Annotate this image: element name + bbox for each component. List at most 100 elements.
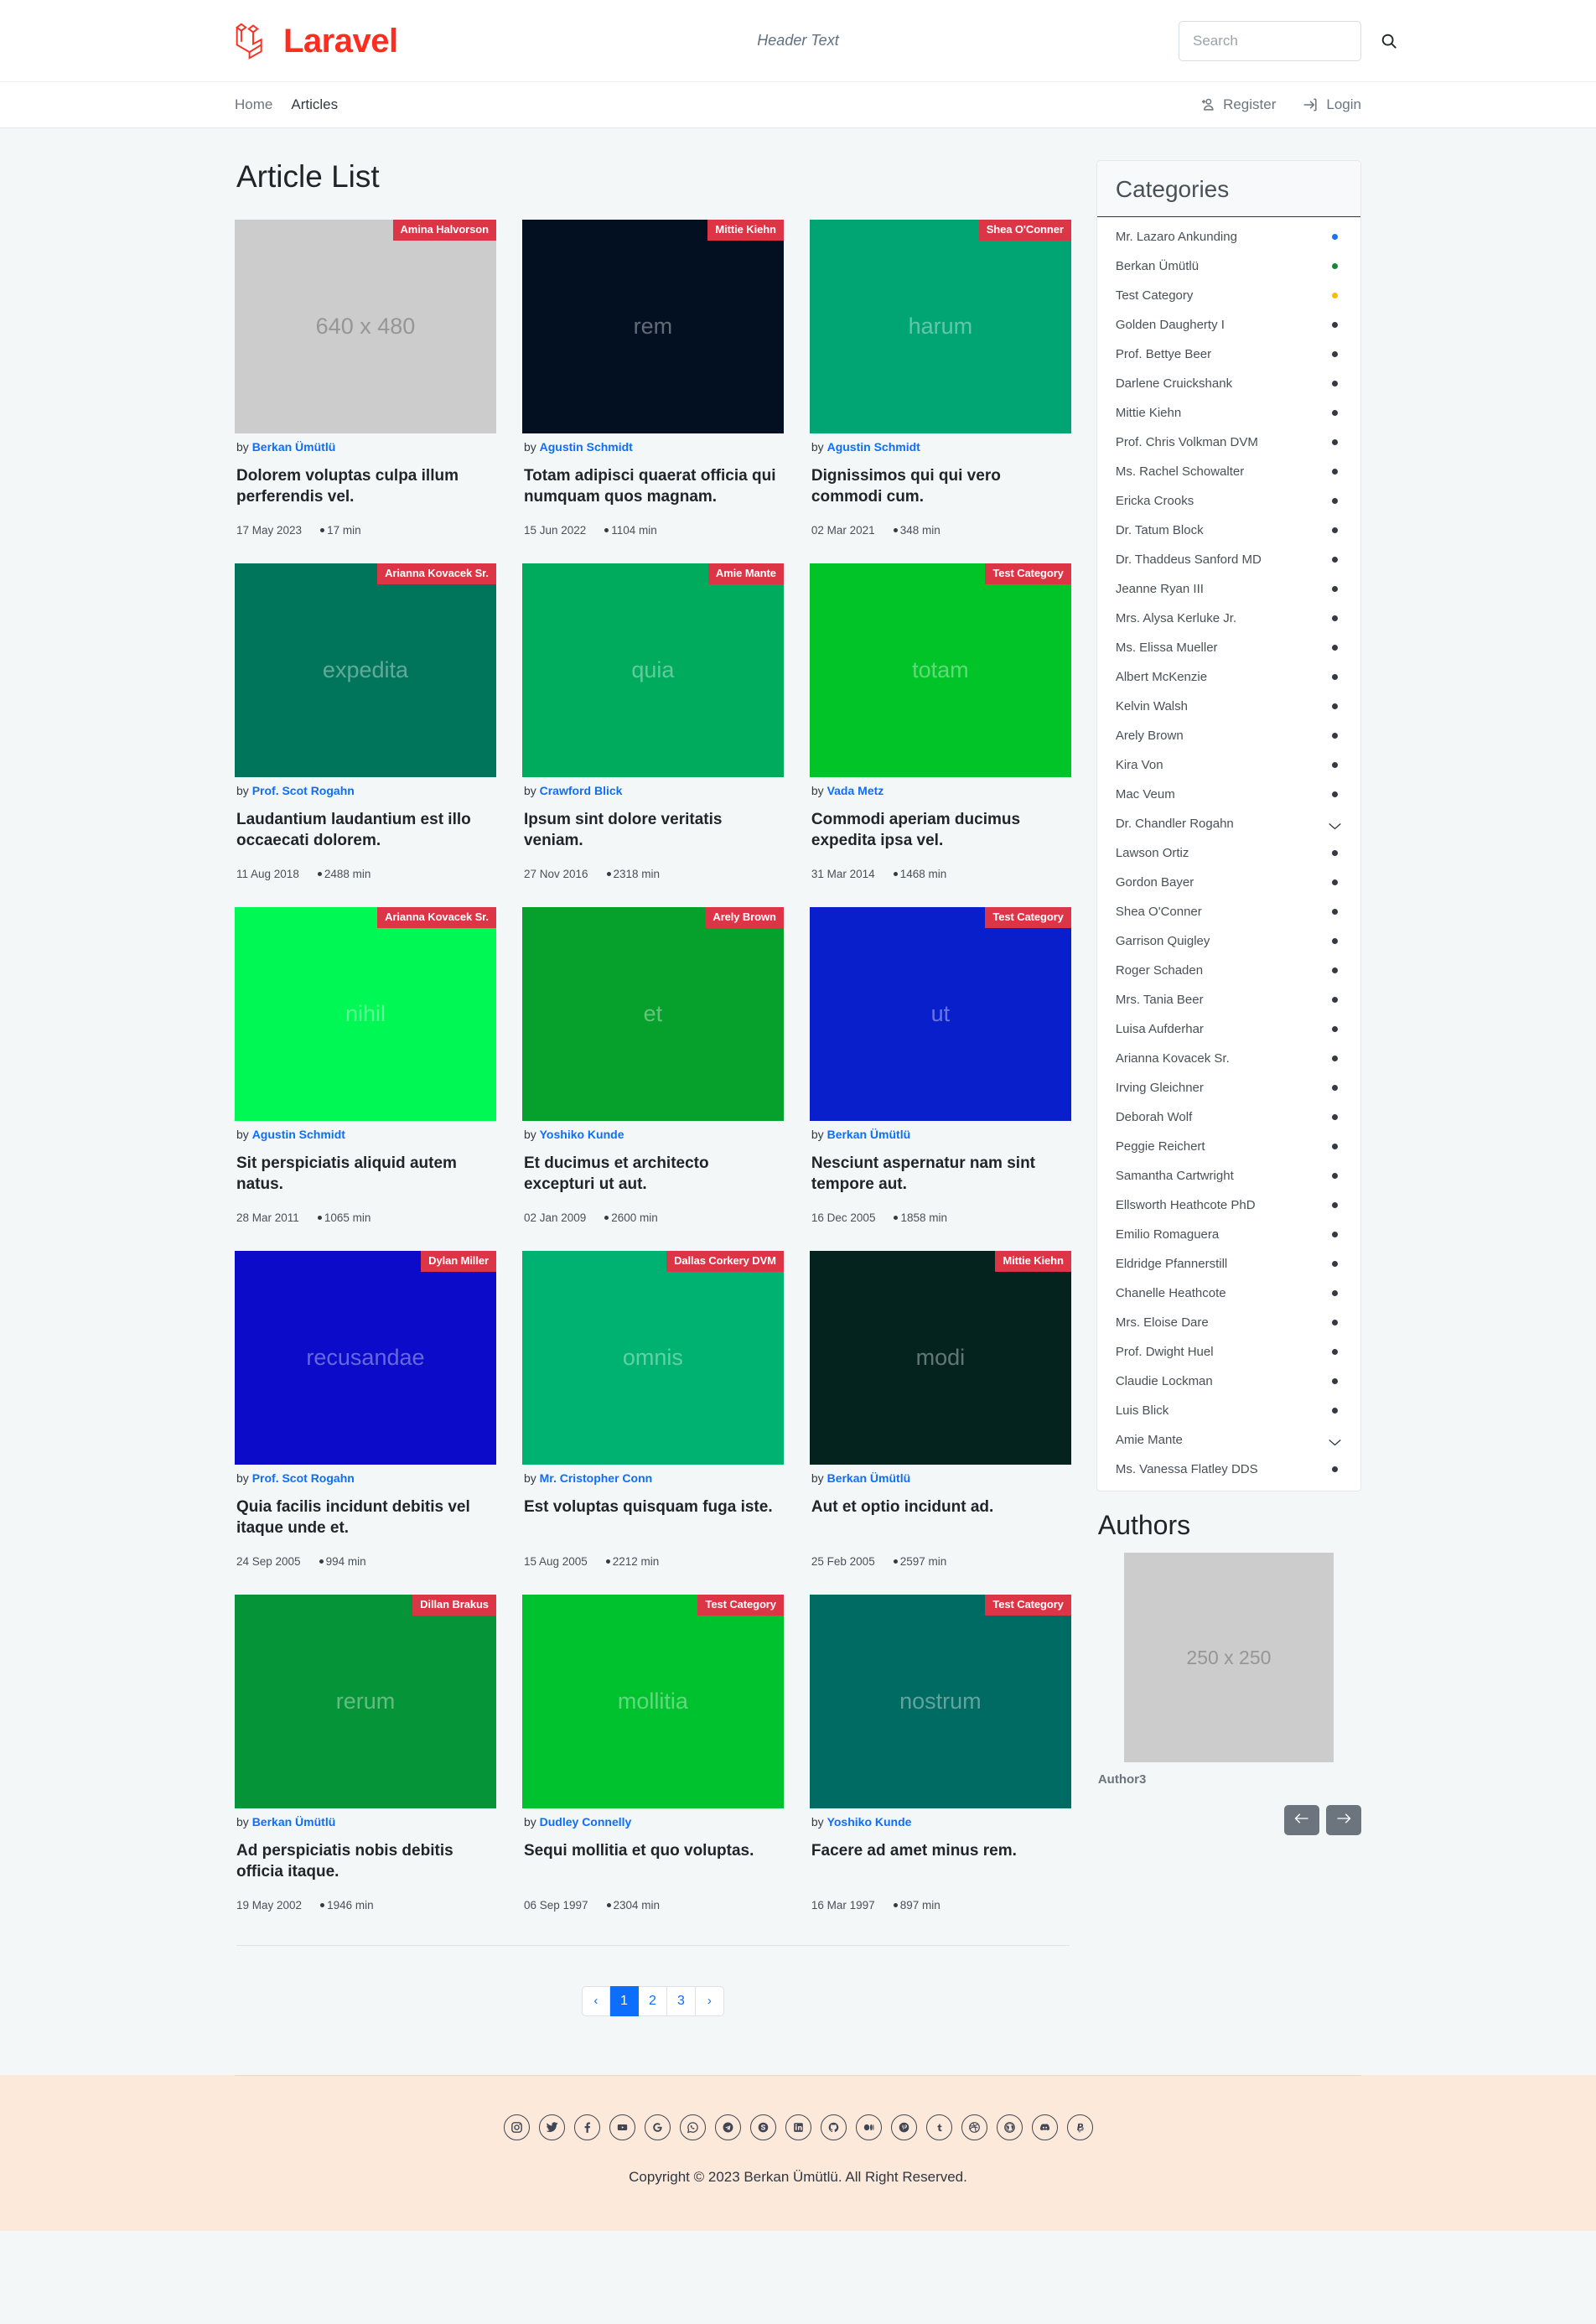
github-icon[interactable] xyxy=(820,2114,847,2140)
article-title-link[interactable]: Aut et optio incidunt ad. xyxy=(811,1497,1071,1540)
pagination-next[interactable]: › xyxy=(695,1985,724,2016)
article-thumb-wrap[interactable]: expedita Arianna Kovacek Sr. xyxy=(235,563,496,777)
category-item[interactable]: Kelvin Walsh xyxy=(1097,692,1360,721)
article-title-link[interactable]: Est voluptas quisquam fuga iste. xyxy=(524,1497,784,1540)
search-input[interactable] xyxy=(1191,31,1380,50)
category-item[interactable]: Chanelle Heathcote xyxy=(1097,1279,1360,1308)
category-item[interactable]: Jeanne Ryan III xyxy=(1097,574,1360,604)
category-item[interactable]: Mittie Kiehn xyxy=(1097,398,1360,428)
wordpress-icon[interactable] xyxy=(996,2114,1023,2140)
article-author-link[interactable]: Yoshiko Kunde xyxy=(540,1128,624,1141)
article-title-link[interactable]: Sequi mollitia et quo voluptas. xyxy=(524,1840,784,1884)
article-card[interactable]: et Arely Brown by Yoshiko Kunde Et ducimus … xyxy=(521,906,784,1251)
category-item[interactable]: Dr. Chandler Rogahn xyxy=(1097,809,1360,838)
category-item[interactable]: Peggie Reichert xyxy=(1097,1132,1360,1161)
article-thumb-wrap[interactable]: et Arely Brown xyxy=(521,906,784,1121)
article-title-link[interactable]: Laudantium laudantium est illo occaecati… xyxy=(236,809,496,853)
article-title-link[interactable]: Dignissimos qui qui vero commodi cum. xyxy=(811,465,1071,509)
whatsapp-icon[interactable] xyxy=(679,2114,706,2140)
article-author-link[interactable]: Agustin Schmidt xyxy=(252,1128,345,1141)
search-icon[interactable] xyxy=(1380,32,1398,50)
category-item[interactable]: Mac Veum xyxy=(1097,780,1360,809)
article-author-link[interactable]: Mr. Cristopher Conn xyxy=(540,1471,653,1485)
article-category-badge[interactable]: Amie Mante xyxy=(707,563,784,584)
instagram-icon[interactable] xyxy=(503,2114,530,2140)
article-title-link[interactable]: Et ducimus et architecto excepturi ut au… xyxy=(524,1153,784,1196)
article-author-link[interactable]: Prof. Scot Rogahn xyxy=(252,784,355,797)
article-category-badge[interactable]: Test Category xyxy=(985,1594,1071,1616)
category-item[interactable]: Ericka Crooks xyxy=(1097,486,1360,516)
category-item[interactable]: Prof. Dwight Huel xyxy=(1097,1337,1360,1367)
category-item[interactable]: Mrs. Tania Beer xyxy=(1097,985,1360,1014)
article-thumb-wrap[interactable]: rerum Dillan Brakus xyxy=(235,1594,496,1808)
article-thumbnail[interactable]: nostrum xyxy=(809,1594,1071,1808)
category-item[interactable]: Samantha Cartwright xyxy=(1097,1161,1360,1191)
article-card[interactable]: omnis Dallas Corkery DVM by Mr. Cristopher… xyxy=(521,1250,784,1595)
pagination-page-3[interactable]: 3 xyxy=(666,1985,696,2016)
chevron-down-icon[interactable] xyxy=(1328,820,1342,830)
category-item[interactable]: Ms. Vanessa Flatley DDS xyxy=(1097,1455,1360,1484)
category-item[interactable]: Mr. Lazaro Ankunding xyxy=(1097,222,1360,252)
article-thumb-wrap[interactable]: mollitia Test Category xyxy=(521,1594,784,1808)
article-card[interactable]: recusandae Dylan Miller by Prof. Scot Roga… xyxy=(235,1250,496,1595)
article-author-link[interactable]: Berkan Ümütlü xyxy=(827,1128,911,1141)
article-thumb-wrap[interactable]: nostrum Test Category xyxy=(809,1594,1071,1808)
article-thumbnail[interactable]: totam xyxy=(809,563,1071,777)
author-prev-button[interactable] xyxy=(1284,1805,1319,1835)
pagination-page-2[interactable]: 2 xyxy=(638,1985,667,2016)
article-title-link[interactable]: Ad perspiciatis nobis debitis officia it… xyxy=(236,1840,496,1884)
article-author-link[interactable]: Crawford Blick xyxy=(540,784,623,797)
article-category-badge[interactable]: Dillan Brakus xyxy=(412,1594,496,1616)
article-category-badge[interactable]: Test Category xyxy=(985,563,1071,584)
category-item[interactable]: Prof. Bettye Beer xyxy=(1097,340,1360,369)
article-category-badge[interactable]: Dylan Miller xyxy=(421,1250,496,1272)
article-thumbnail[interactable]: quia xyxy=(521,563,784,777)
article-thumbnail[interactable]: rerum xyxy=(235,1594,496,1808)
article-thumbnail[interactable]: mollitia xyxy=(521,1594,784,1808)
brand-home-link[interactable]: Laravel xyxy=(235,19,398,63)
facebook-icon[interactable] xyxy=(573,2114,600,2140)
category-item[interactable]: Shea O'Conner xyxy=(1097,897,1360,926)
article-card[interactable]: mollitia Test Category by Dudley Connelly S… xyxy=(521,1594,784,1938)
article-thumb-wrap[interactable]: totam Test Category xyxy=(809,563,1071,777)
login-link[interactable]: Login xyxy=(1303,96,1361,113)
article-author-link[interactable]: Berkan Ümütlü xyxy=(252,440,336,454)
article-title-link[interactable]: Ipsum sint dolore veritatis veniam. xyxy=(524,809,784,853)
youtube-icon[interactable] xyxy=(609,2114,635,2140)
article-card[interactable]: rerum Dillan Brakus by Berkan Ümütlü Ad per… xyxy=(235,1594,496,1938)
pinterest-icon[interactable] xyxy=(890,2114,917,2140)
category-item[interactable]: Ellsworth Heathcote PhD xyxy=(1097,1191,1360,1220)
category-item[interactable]: Gordon Bayer xyxy=(1097,868,1360,897)
category-item[interactable]: Irving Gleichner xyxy=(1097,1073,1360,1102)
category-item[interactable]: Albert McKenzie xyxy=(1097,662,1360,692)
telegram-icon[interactable] xyxy=(714,2114,741,2140)
pagination-prev[interactable]: ‹ xyxy=(581,1985,610,2016)
category-item[interactable]: Arely Brown xyxy=(1097,721,1360,750)
article-thumbnail[interactable]: et xyxy=(521,906,784,1121)
category-item[interactable]: Luis Blick xyxy=(1097,1396,1360,1425)
article-category-badge[interactable]: Shea O'Conner xyxy=(978,219,1071,241)
search-box[interactable] xyxy=(1179,20,1396,61)
category-item[interactable]: Dr. Tatum Block xyxy=(1097,516,1360,545)
article-thumb-wrap[interactable]: ut Test Category xyxy=(809,906,1071,1121)
article-thumbnail[interactable]: recusandae xyxy=(235,1250,496,1465)
article-author-link[interactable]: Berkan Ümütlü xyxy=(827,1471,911,1485)
article-category-badge[interactable]: Test Category xyxy=(985,906,1071,928)
article-thumbnail[interactable]: harum xyxy=(809,219,1071,433)
register-link[interactable]: Register xyxy=(1200,96,1276,113)
category-item[interactable]: Emilio Romaguera xyxy=(1097,1220,1360,1249)
article-thumbnail[interactable]: modi xyxy=(809,1250,1071,1465)
article-title-link[interactable]: Sit perspiciatis aliquid autem natus. xyxy=(236,1153,496,1196)
article-category-badge[interactable]: Mittie Kiehn xyxy=(707,219,784,241)
article-card[interactable]: nostrum Test Category by Yoshiko Kunde Face… xyxy=(809,1594,1071,1938)
category-item[interactable]: Golden Daugherty I xyxy=(1097,310,1360,340)
skype-icon[interactable] xyxy=(749,2114,776,2140)
article-thumb-wrap[interactable]: nihil Arianna Kovacek Sr. xyxy=(235,906,496,1121)
category-item[interactable]: Berkan Ümütlü xyxy=(1097,252,1360,281)
category-item[interactable]: Darlene Cruickshank xyxy=(1097,369,1360,398)
nav-item-home[interactable]: Home xyxy=(235,96,272,113)
category-item[interactable]: Test Category xyxy=(1097,281,1360,310)
article-thumbnail[interactable]: rem xyxy=(521,219,784,433)
paypal-icon[interactable] xyxy=(1066,2114,1093,2140)
category-item[interactable]: Eldridge Pfannerstill xyxy=(1097,1249,1360,1279)
